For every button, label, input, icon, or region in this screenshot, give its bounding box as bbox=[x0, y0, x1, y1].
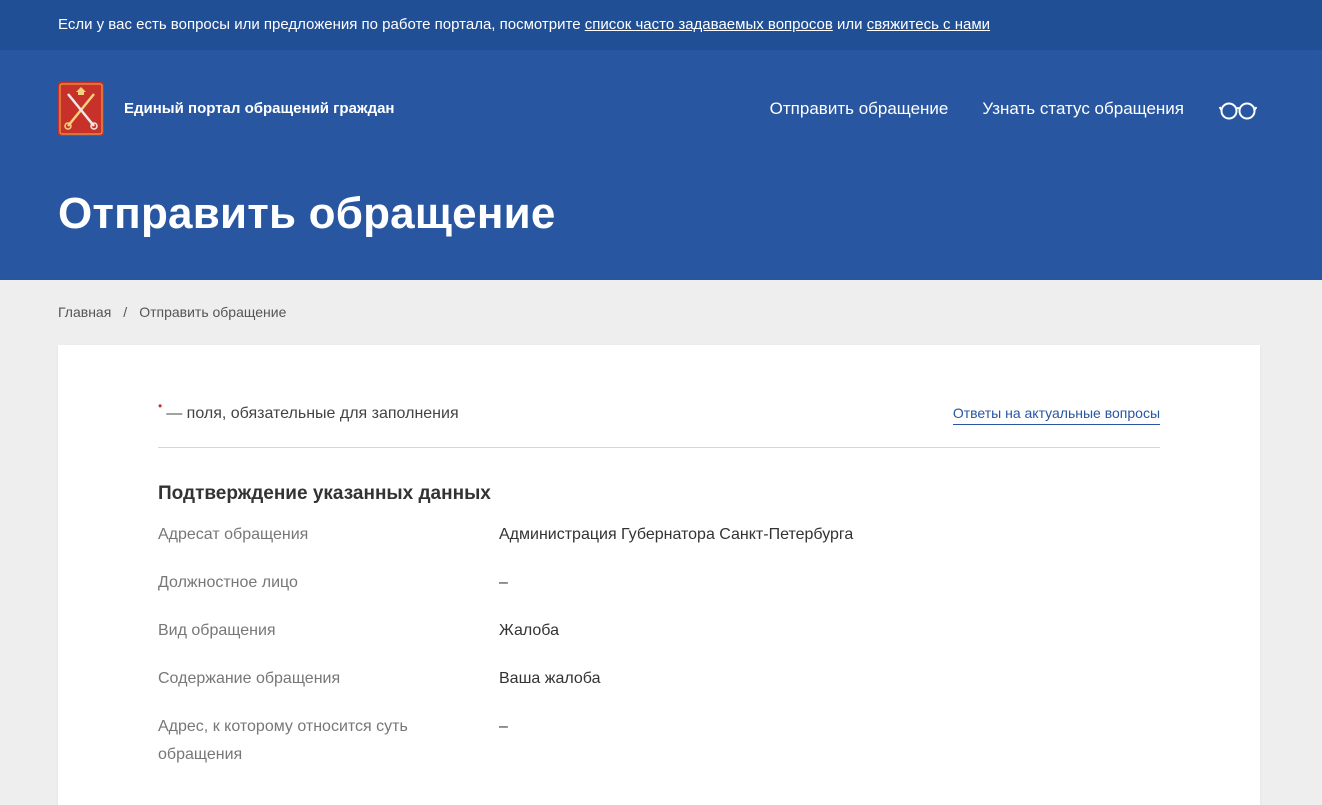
info-bar: Если у вас есть вопросы или предложения … bbox=[0, 0, 1322, 50]
confirmation-rows: Адресат обращения Администрация Губернат… bbox=[158, 521, 1160, 769]
breadcrumb-home[interactable]: Главная bbox=[58, 304, 111, 320]
required-marker: • bbox=[158, 399, 163, 413]
row-appeal-address: Адрес, к которому относится суть обращен… bbox=[158, 713, 1160, 769]
main-nav: Отправить обращение Узнать статус обраще… bbox=[770, 99, 1184, 119]
portal-brand[interactable]: Единый портал обращений граждан bbox=[124, 100, 395, 118]
required-fields-note: • — поля, обязательные для заполнения bbox=[158, 399, 459, 425]
breadcrumb: Главная / Отправить обращение bbox=[58, 303, 286, 321]
accessibility-glasses-icon[interactable] bbox=[1219, 98, 1257, 122]
divider bbox=[158, 447, 1160, 448]
row-label: Содержание обращения bbox=[158, 670, 341, 687]
info-bar-text: Если у вас есть вопросы или предложения … bbox=[58, 16, 585, 33]
contact-link[interactable]: свяжитесь с нами bbox=[867, 16, 990, 33]
row-official: Должностное лицо – bbox=[158, 569, 1160, 617]
nav-send-appeal[interactable]: Отправить обращение bbox=[770, 99, 949, 119]
page-title: Отправить обращение bbox=[58, 189, 556, 238]
row-value: – bbox=[499, 718, 508, 735]
row-appeal-content: Содержание обращения Ваша жалоба bbox=[158, 665, 1160, 713]
row-label: Адресат обращения bbox=[158, 526, 309, 543]
coat-of-arms-logo[interactable] bbox=[58, 82, 104, 136]
row-label: Адрес, к которому относится суть обращен… bbox=[158, 718, 408, 763]
confirmation-card: • — поля, обязательные для заполнения Отв… bbox=[58, 345, 1260, 805]
row-label: Должностное лицо bbox=[158, 574, 298, 591]
row-appeal-type: Вид обращения Жалоба bbox=[158, 617, 1160, 665]
site-header: Единый портал обращений граждан Отправит… bbox=[0, 50, 1322, 280]
row-value: Жалоба bbox=[499, 622, 559, 639]
breadcrumb-separator: / bbox=[123, 304, 128, 320]
section-title: Подтверждение указанных данных bbox=[158, 483, 491, 504]
row-value: – bbox=[499, 574, 508, 591]
breadcrumb-current: Отправить обращение bbox=[139, 304, 287, 320]
faq-answers-link[interactable]: Ответы на актуальные вопросы bbox=[952, 404, 1160, 425]
row-value: Администрация Губернатора Санкт-Петербур… bbox=[499, 526, 854, 543]
nav-appeal-status[interactable]: Узнать статус обращения bbox=[982, 99, 1184, 119]
info-bar-text-or: или bbox=[832, 16, 867, 33]
faq-link[interactable]: список часто задаваемых вопросов bbox=[585, 16, 833, 33]
required-note-text: — поля, обязательные для заполнения bbox=[166, 405, 459, 422]
row-value: Ваша жалоба bbox=[499, 670, 601, 687]
row-label: Вид обращения bbox=[158, 622, 276, 639]
row-addressee: Адресат обращения Администрация Губернат… bbox=[158, 521, 1160, 569]
